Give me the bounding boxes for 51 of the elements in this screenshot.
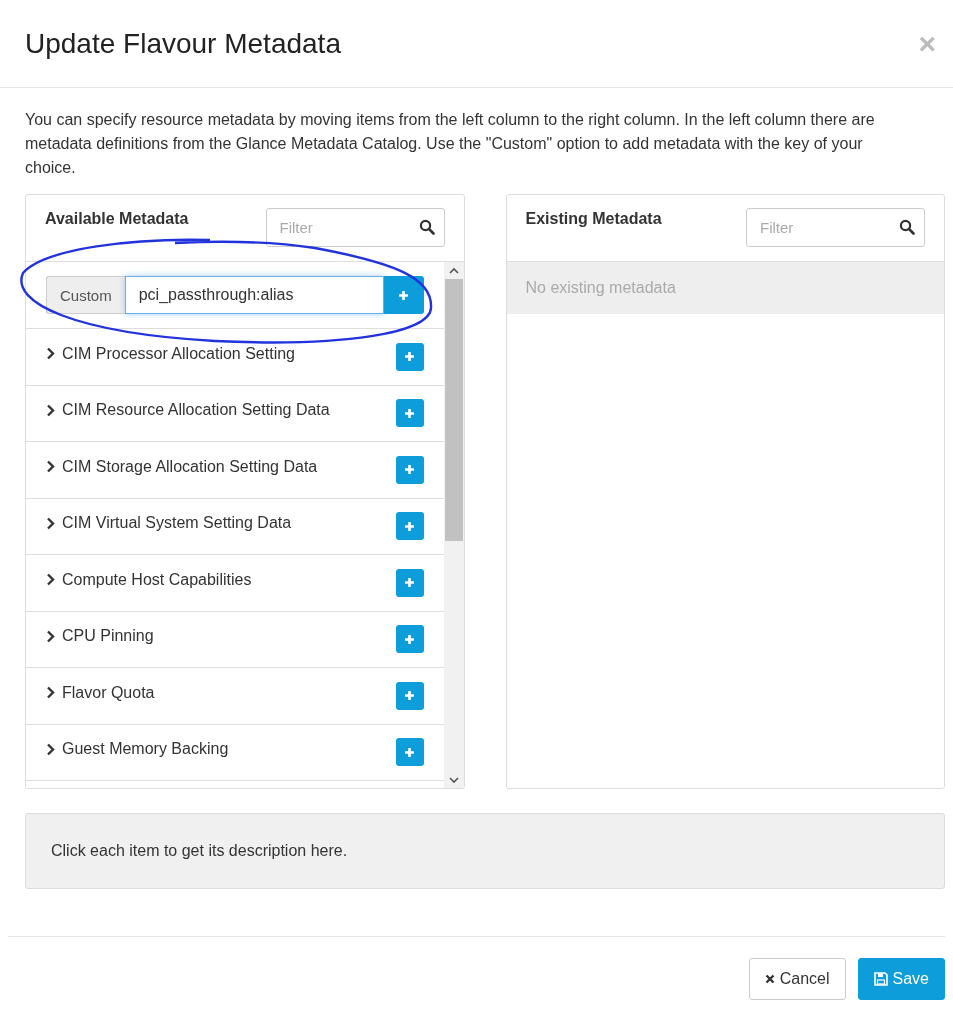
add-button[interactable] bbox=[395, 625, 424, 654]
metadata-item[interactable]: CIM Processor Allocation Setting bbox=[46, 344, 295, 363]
add-button[interactable] bbox=[383, 276, 424, 314]
metadata-item[interactable]: CIM Virtual System Setting Data bbox=[46, 514, 292, 533]
metadata-item[interactable]: CIM Storage Allocation Setting Data bbox=[46, 457, 318, 476]
add-button[interactable] bbox=[395, 738, 424, 767]
close-icon bbox=[764, 974, 775, 984]
chevron-icon bbox=[46, 403, 56, 417]
add-button[interactable] bbox=[395, 681, 424, 710]
empty-message: No existing metadata bbox=[506, 262, 944, 314]
plus-icon bbox=[404, 351, 415, 363]
chevron-icon bbox=[46, 629, 56, 643]
chevron-icon bbox=[46, 460, 56, 474]
chevron-icon bbox=[46, 686, 56, 700]
panel-title: Available Metadata bbox=[45, 210, 189, 228]
add-button[interactable] bbox=[395, 512, 424, 541]
cancel-button[interactable]: Cancel bbox=[748, 958, 846, 1000]
plus-icon bbox=[404, 690, 415, 702]
search-icon bbox=[418, 219, 435, 235]
plus-icon bbox=[404, 633, 415, 645]
scroll-down-icon[interactable] bbox=[448, 776, 459, 784]
metadata-item[interactable]: Flavor Quota bbox=[46, 683, 155, 702]
plus-icon bbox=[404, 407, 415, 419]
panel-title: Existing Metadata bbox=[525, 210, 662, 228]
filter-field[interactable]: Filter bbox=[746, 208, 925, 247]
plus-icon bbox=[404, 464, 415, 476]
chevron-icon bbox=[46, 742, 56, 756]
metadata-item[interactable]: CPU Pinning bbox=[46, 627, 154, 646]
add-button[interactable] bbox=[395, 568, 424, 597]
plus-icon bbox=[404, 577, 415, 589]
filter-field[interactable]: Filter bbox=[265, 208, 445, 247]
custom-label: Custom bbox=[46, 276, 125, 314]
custom-key-field[interactable]: pci_passthrough:alias bbox=[124, 276, 384, 314]
add-button[interactable] bbox=[395, 455, 424, 484]
add-button[interactable] bbox=[395, 342, 424, 371]
scrollbar[interactable] bbox=[443, 262, 464, 788]
dialog-title: Update Flavour Metadata bbox=[25, 27, 341, 60]
plus-icon bbox=[404, 520, 415, 532]
add-button[interactable] bbox=[395, 399, 424, 428]
metadata-item[interactable]: Guest Memory Backing bbox=[46, 740, 229, 759]
metadata-item[interactable]: Compute Host Capabilities bbox=[46, 570, 252, 589]
intro-text: You can specify resource metadata by moving items from the left column to the right column. In the left column there are metadata definitions from the Glance Metadata Catalog. Use the "Custom" option to add metadata with the key of your choice. bbox=[25, 110, 876, 178]
scroll-up-icon[interactable] bbox=[448, 267, 459, 275]
plus-icon bbox=[404, 746, 415, 758]
plus-icon bbox=[398, 289, 409, 301]
chevron-icon bbox=[46, 573, 56, 587]
description-text: Click each item to get its description here. bbox=[51, 842, 348, 860]
metadata-item[interactable]: CIM Resource Allocation Setting Data bbox=[46, 401, 330, 420]
chevron-icon bbox=[46, 516, 56, 530]
chevron-icon bbox=[46, 347, 56, 361]
search-icon bbox=[899, 219, 915, 235]
